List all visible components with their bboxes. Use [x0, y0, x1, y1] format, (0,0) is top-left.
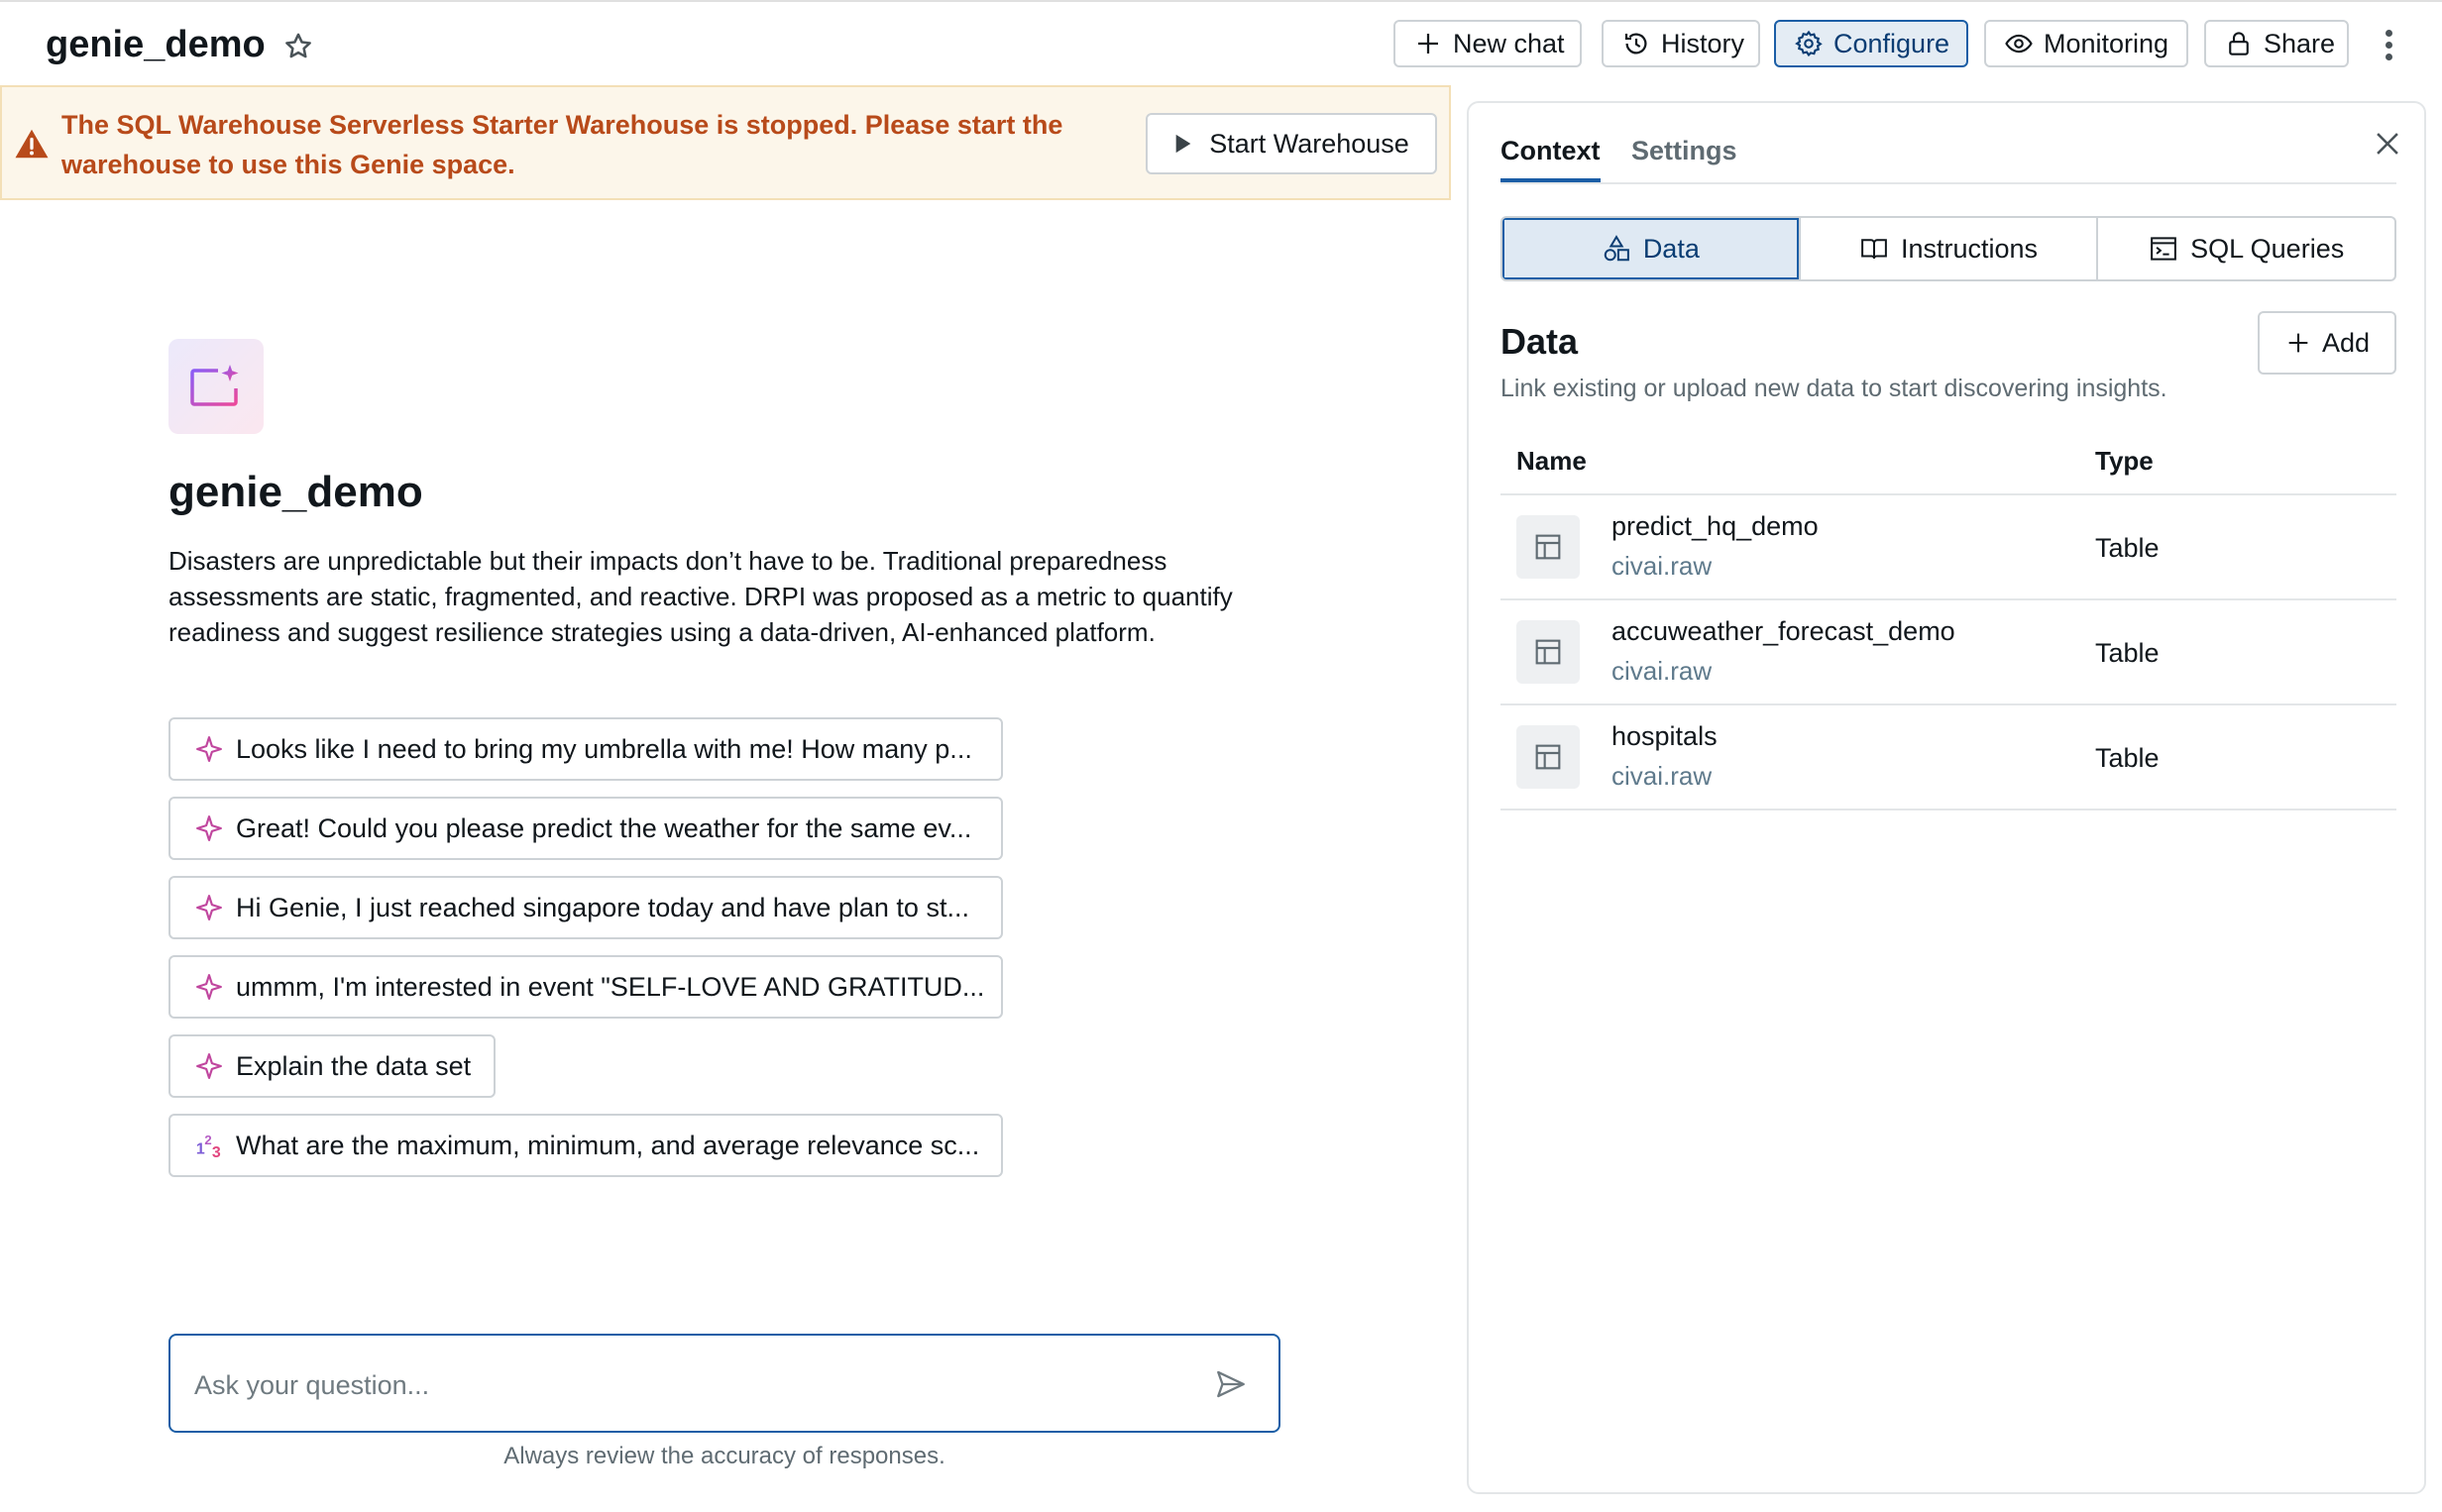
data-section-subtitle: Link existing or upload new data to star…	[1500, 375, 2167, 402]
table-name: hospitals	[1611, 721, 1718, 751]
table-name: accuweather_forecast_demo	[1611, 616, 1955, 646]
new-chat-button[interactable]: New chat	[1393, 20, 1582, 67]
start-warehouse-label: Start Warehouse	[1209, 128, 1409, 159]
warning-icon	[15, 129, 49, 159]
segment-sql-queries[interactable]: SQL Queries	[2098, 218, 2394, 279]
column-header-type: Type	[2095, 446, 2154, 476]
suggestion-text: ummm, I'm interested in event "SELF-LOVE…	[236, 971, 985, 1002]
gear-icon	[1795, 30, 1823, 57]
suggestion-text: Explain the data set	[236, 1050, 472, 1081]
table-icon	[1516, 620, 1580, 684]
sparkle-icon	[196, 1053, 222, 1079]
sparkle-icon	[196, 815, 222, 841]
sparkle-icon	[196, 736, 222, 762]
suggestion-chip[interactable]: ummm, I'm interested in event "SELF-LOVE…	[168, 955, 1003, 1019]
table-name: predict_hq_demo	[1611, 511, 1819, 541]
history-button[interactable]: History	[1602, 20, 1760, 67]
svg-text:3: 3	[212, 1144, 221, 1160]
new-chat-label: New chat	[1453, 28, 1565, 58]
terminal-icon	[2151, 237, 2177, 261]
table-type: Table	[2095, 638, 2160, 668]
sparkle-icon	[196, 895, 222, 920]
lock-icon	[2229, 32, 2249, 55]
share-button[interactable]: Share	[2204, 20, 2349, 67]
context-segment-control: Data Instructions SQL Queries	[1500, 216, 2396, 281]
segment-data[interactable]: Data	[1502, 218, 1801, 279]
table-row[interactable]: predict_hq_demo civai.raw Table	[1500, 495, 2396, 600]
star-icon[interactable]	[281, 30, 315, 63]
play-icon	[1175, 134, 1191, 154]
plus-icon	[1418, 34, 1438, 54]
table-schema: civai.raw	[1611, 551, 1713, 581]
table-row[interactable]: accuweather_forecast_demo civai.raw Tabl…	[1500, 600, 2396, 705]
table-icon	[1516, 515, 1580, 579]
eye-icon	[2005, 34, 2033, 54]
segment-data-label: Data	[1642, 233, 1700, 264]
more-menu-icon[interactable]	[2371, 22, 2406, 67]
numbers-icon: 1 2 3	[196, 1133, 221, 1160]
segment-instructions[interactable]: Instructions	[1801, 218, 2099, 279]
add-data-button[interactable]: Add	[2258, 311, 2396, 375]
start-warehouse-button[interactable]: Start Warehouse	[1146, 113, 1437, 174]
send-icon[interactable]	[1213, 1367, 1249, 1401]
configure-panel: Context Settings Data Instructions SQL Q…	[1467, 101, 2426, 1494]
svg-text:2: 2	[204, 1133, 211, 1147]
monitoring-label: Monitoring	[2044, 28, 2169, 58]
data-table-header: Name Type	[1500, 436, 2396, 495]
banner-message: The SQL Warehouse Serverless Starter War…	[61, 110, 1063, 179]
close-icon[interactable]	[2371, 127, 2404, 161]
suggestion-text: Looks like I need to bring my umbrella w…	[236, 733, 972, 764]
table-type: Table	[2095, 533, 2160, 563]
suggestion-text: Great! Could you please predict the weat…	[236, 812, 972, 843]
history-label: History	[1661, 28, 1745, 58]
suggestion-chip[interactable]: Great! Could you please predict the weat…	[168, 797, 1003, 860]
suggestion-chip[interactable]: Hi Genie, I just reached singapore today…	[168, 876, 1003, 939]
data-section-title: Data	[1500, 321, 1579, 362]
segment-instructions-label: Instructions	[1900, 233, 2039, 264]
table-schema: civai.raw	[1611, 656, 1713, 686]
add-data-label: Add	[2321, 327, 2371, 358]
sparkle-icon	[196, 974, 222, 1000]
chat-input-box[interactable]	[168, 1334, 1280, 1433]
tabs-divider	[1500, 182, 2396, 184]
column-header-name: Name	[1516, 446, 1587, 476]
suggestion-chip[interactable]: Looks like I need to bring my umbrella w…	[168, 717, 1003, 781]
tab-context[interactable]: Context	[1500, 131, 1601, 182]
segment-sql-queries-label: SQL Queries	[2190, 233, 2345, 264]
top-bar: genie_demo New chat History Configure Mo…	[0, 0, 2442, 87]
plus-icon	[2288, 333, 2308, 353]
page-title: genie_demo	[46, 24, 266, 65]
history-icon	[1624, 33, 1647, 54]
monitoring-button[interactable]: Monitoring	[1984, 20, 2188, 67]
table-type: Table	[2095, 743, 2160, 773]
shapes-icon	[1604, 235, 1629, 262]
configure-label: Configure	[1833, 28, 1950, 58]
suggestion-text: Hi Genie, I just reached singapore today…	[236, 892, 969, 922]
space-description: Disasters are unpredictable but their im…	[168, 546, 1233, 647]
space-title: genie_demo	[168, 468, 423, 516]
question-input[interactable]	[194, 1365, 1185, 1405]
share-label: Share	[2264, 28, 2336, 58]
tab-settings[interactable]: Settings	[1631, 131, 1737, 182]
book-icon	[1861, 239, 1887, 260]
table-row[interactable]: hospitals civai.raw Table	[1500, 705, 2396, 810]
table-icon	[1516, 725, 1580, 789]
table-schema: civai.raw	[1611, 761, 1713, 791]
warehouse-stopped-banner: The SQL Warehouse Serverless Starter War…	[0, 85, 1451, 200]
suggestion-text: What are the maximum, minimum, and avera…	[236, 1130, 980, 1160]
suggestion-chip[interactable]: 1 2 3 What are the maximum, minimum, and…	[168, 1114, 1003, 1177]
genie-space-icon	[168, 339, 264, 434]
accuracy-disclaimer: Always review the accuracy of responses.	[503, 1443, 945, 1469]
configure-button[interactable]: Configure	[1774, 20, 1968, 67]
suggestion-chip[interactable]: Explain the data set	[168, 1034, 496, 1098]
